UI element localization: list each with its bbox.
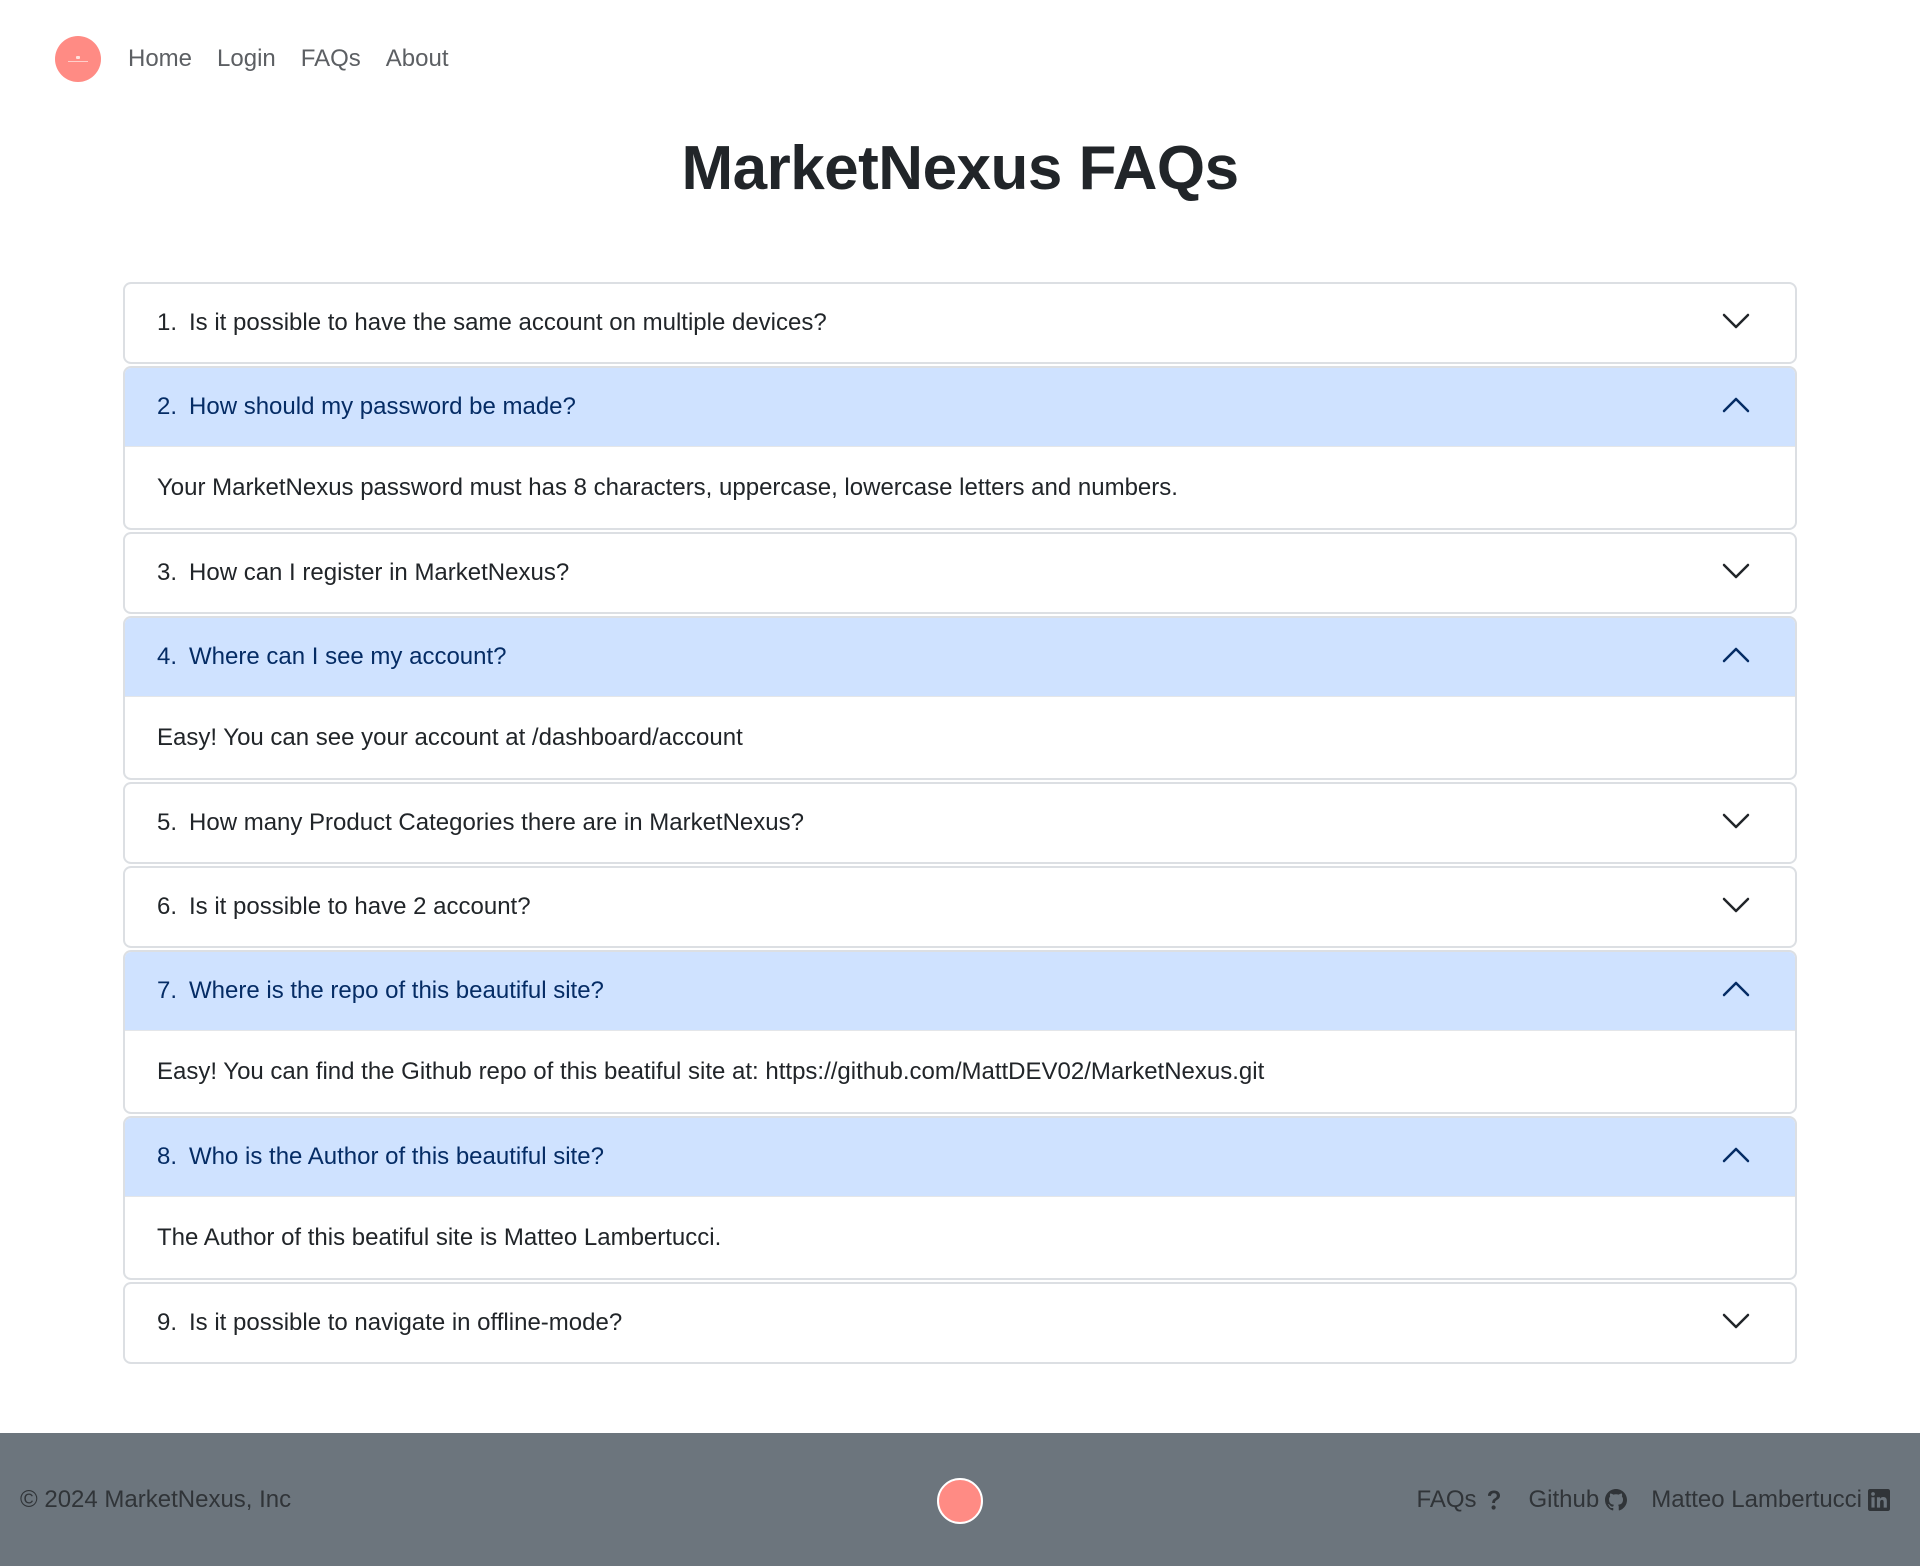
nav-about-link[interactable]: About <box>386 47 449 71</box>
faq-question-button[interactable]: 4. Where can I see my account? <box>125 618 1795 696</box>
faq-question: Is it possible to have the same account … <box>189 309 827 336</box>
navbar: Home Login FAQs About <box>0 0 1920 118</box>
faq-item: 1. Is it possible to have the same accoun… <box>123 282 1797 364</box>
faq-question: Who is the Author of this beautiful site… <box>189 1143 604 1170</box>
chevron-up-icon <box>1721 396 1751 419</box>
faq-question-button[interactable]: 3. How can I register in MarketNexus? <box>125 534 1795 612</box>
chevron-down-icon <box>1721 312 1751 335</box>
chevron-down-icon <box>1721 812 1751 835</box>
faq-question-button[interactable]: 9. Is it possible to navigate in offline-… <box>125 1284 1795 1362</box>
chevron-down-icon <box>1721 1312 1751 1335</box>
faq-number: 8. <box>157 1143 178 1170</box>
faq-question-button[interactable]: 6. Is it possible to have 2 account? <box>125 868 1795 946</box>
faq-item: 4. Where can I see my account? Easy! You c… <box>123 616 1797 780</box>
faq-question-button[interactable]: 5. How many Product Categories there are … <box>125 784 1795 862</box>
faq-question-button[interactable]: 1. Is it possible to have the same accoun… <box>125 284 1795 362</box>
faq-question: Is it possible to have 2 account? <box>189 893 531 920</box>
github-icon <box>1605 1488 1628 1511</box>
brand-logo[interactable] <box>55 36 101 82</box>
faq-answer: The Author of this beatiful site is Matt… <box>125 1196 1795 1278</box>
footer-logo[interactable] <box>937 1478 983 1524</box>
faq-number: 2. <box>157 393 178 420</box>
footer-author-link[interactable]: Matteo Lambertucci <box>1651 1486 1890 1514</box>
faq-number: 1. <box>157 309 178 336</box>
nav-faqs-link[interactable]: FAQs <box>301 47 361 71</box>
faq-question-button[interactable]: 8. Who is the Author of this beautiful si… <box>125 1118 1795 1196</box>
nav-links: Home Login FAQs About <box>128 47 474 71</box>
faq-answer: Easy! You can find the Github repo of th… <box>125 1030 1795 1112</box>
chevron-up-icon <box>1721 1146 1751 1169</box>
footer-links: FAQs Github Matteo Lambertucci <box>1393 1486 1890 1514</box>
faq-question-button[interactable]: 2. How should my password be made? <box>125 368 1795 446</box>
nav-login-link[interactable]: Login <box>217 47 276 71</box>
faq-question-button[interactable]: 7. Where is the repo of this beautiful si… <box>125 952 1795 1030</box>
faq-number: 9. <box>157 1309 178 1336</box>
faq-question: Where is the repo of this beautiful site… <box>189 977 604 1004</box>
nav-home-link[interactable]: Home <box>128 47 192 71</box>
faq-item: 8. Who is the Author of this beautiful si… <box>123 1116 1797 1280</box>
page-title: MarketNexus FAQs <box>681 134 1239 203</box>
faq-question: How many Product Categories there are in… <box>189 809 804 836</box>
footer-author-label: Matteo Lambertucci <box>1651 1485 1862 1513</box>
faq-item: 2. How should my password be made? Your Ma… <box>123 366 1797 530</box>
faq-item: 7. Where is the repo of this beautiful si… <box>123 950 1797 1114</box>
footer-faqs-link[interactable]: FAQs <box>1417 1486 1505 1514</box>
faq-number: 4. <box>157 643 178 670</box>
faq-question: How should my password be made? <box>189 393 576 420</box>
faq-item: 3. How can I register in MarketNexus? <box>123 532 1797 614</box>
linkedin-icon <box>1868 1488 1890 1511</box>
faq-question: Where can I see my account? <box>189 643 507 670</box>
faq-number: 6. <box>157 893 178 920</box>
faq-answer: Your MarketNexus password must has 8 cha… <box>125 446 1795 528</box>
faq-answer: Easy! You can see your account at /dashb… <box>125 696 1795 778</box>
footer-faqs-label: FAQs <box>1416 1485 1477 1513</box>
question-icon <box>1483 1489 1505 1511</box>
footer-github-label: Github <box>1528 1485 1600 1513</box>
faq-number: 7. <box>157 977 178 1004</box>
faq-item: 9. Is it possible to navigate in offline-… <box>123 1282 1797 1364</box>
chevron-down-icon <box>1721 562 1751 585</box>
faq-number: 5. <box>157 809 178 836</box>
faq-item: 5. How many Product Categories there are … <box>123 782 1797 864</box>
chevron-up-icon <box>1721 980 1751 1003</box>
faq-number: 3. <box>157 559 178 586</box>
copyright-text: © 2024 MarketNexus, Inc <box>20 1485 292 1513</box>
chevron-up-icon <box>1721 646 1751 669</box>
logo-icon <box>66 56 90 62</box>
faq-accordion: 1. Is it possible to have the same accoun… <box>123 282 1797 1366</box>
faq-question: Is it possible to navigate in offline-mo… <box>189 1309 623 1336</box>
chevron-down-icon <box>1721 896 1751 919</box>
footer: © 2024 MarketNexus, Inc FAQs Github Matt… <box>0 1433 1920 1566</box>
faq-question: How can I register in MarketNexus? <box>189 559 570 586</box>
footer-github-link[interactable]: Github <box>1529 1486 1628 1514</box>
faq-item: 6. Is it possible to have 2 account? <box>123 866 1797 948</box>
